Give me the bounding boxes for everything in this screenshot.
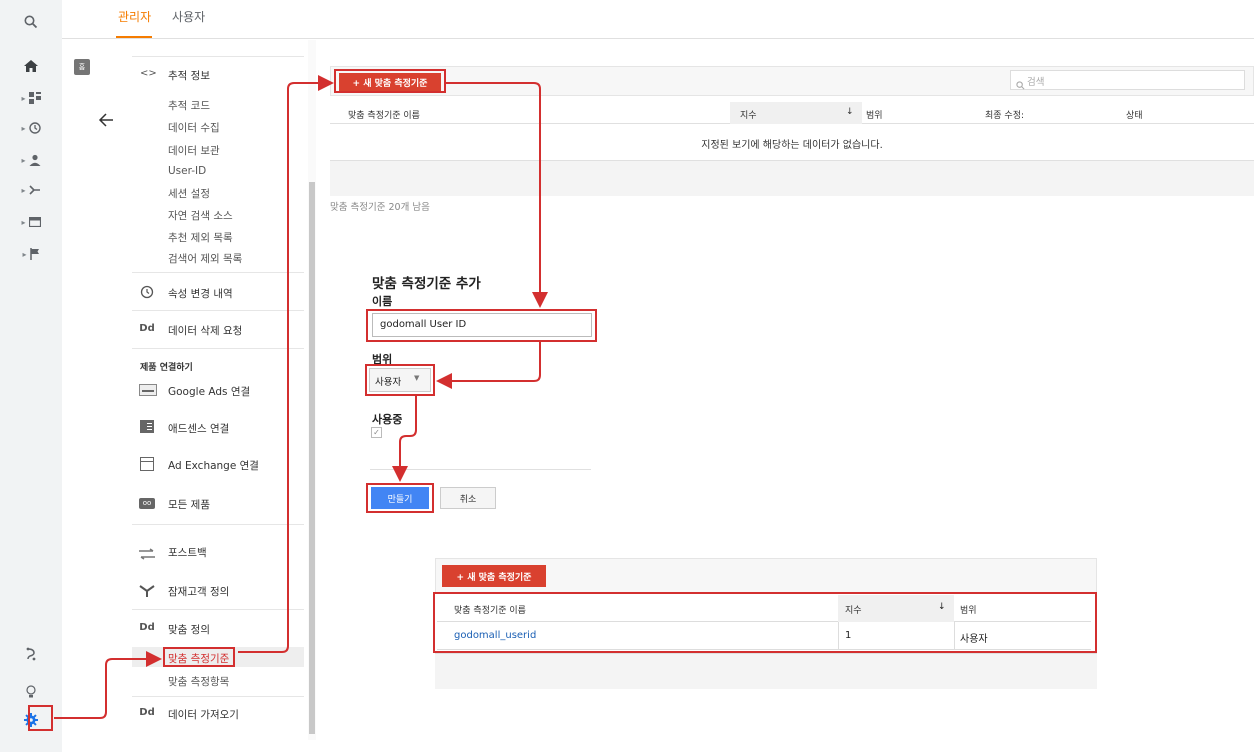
arrow-nav-to-new-button — [238, 75, 334, 653]
arrow-new-button-to-name — [446, 82, 548, 308]
arrow-gear-to-nav — [54, 651, 162, 719]
arrow-name-to-scope — [436, 342, 541, 389]
annotation-arrows — [54, 75, 548, 719]
arrow-scope-to-create — [392, 396, 417, 482]
